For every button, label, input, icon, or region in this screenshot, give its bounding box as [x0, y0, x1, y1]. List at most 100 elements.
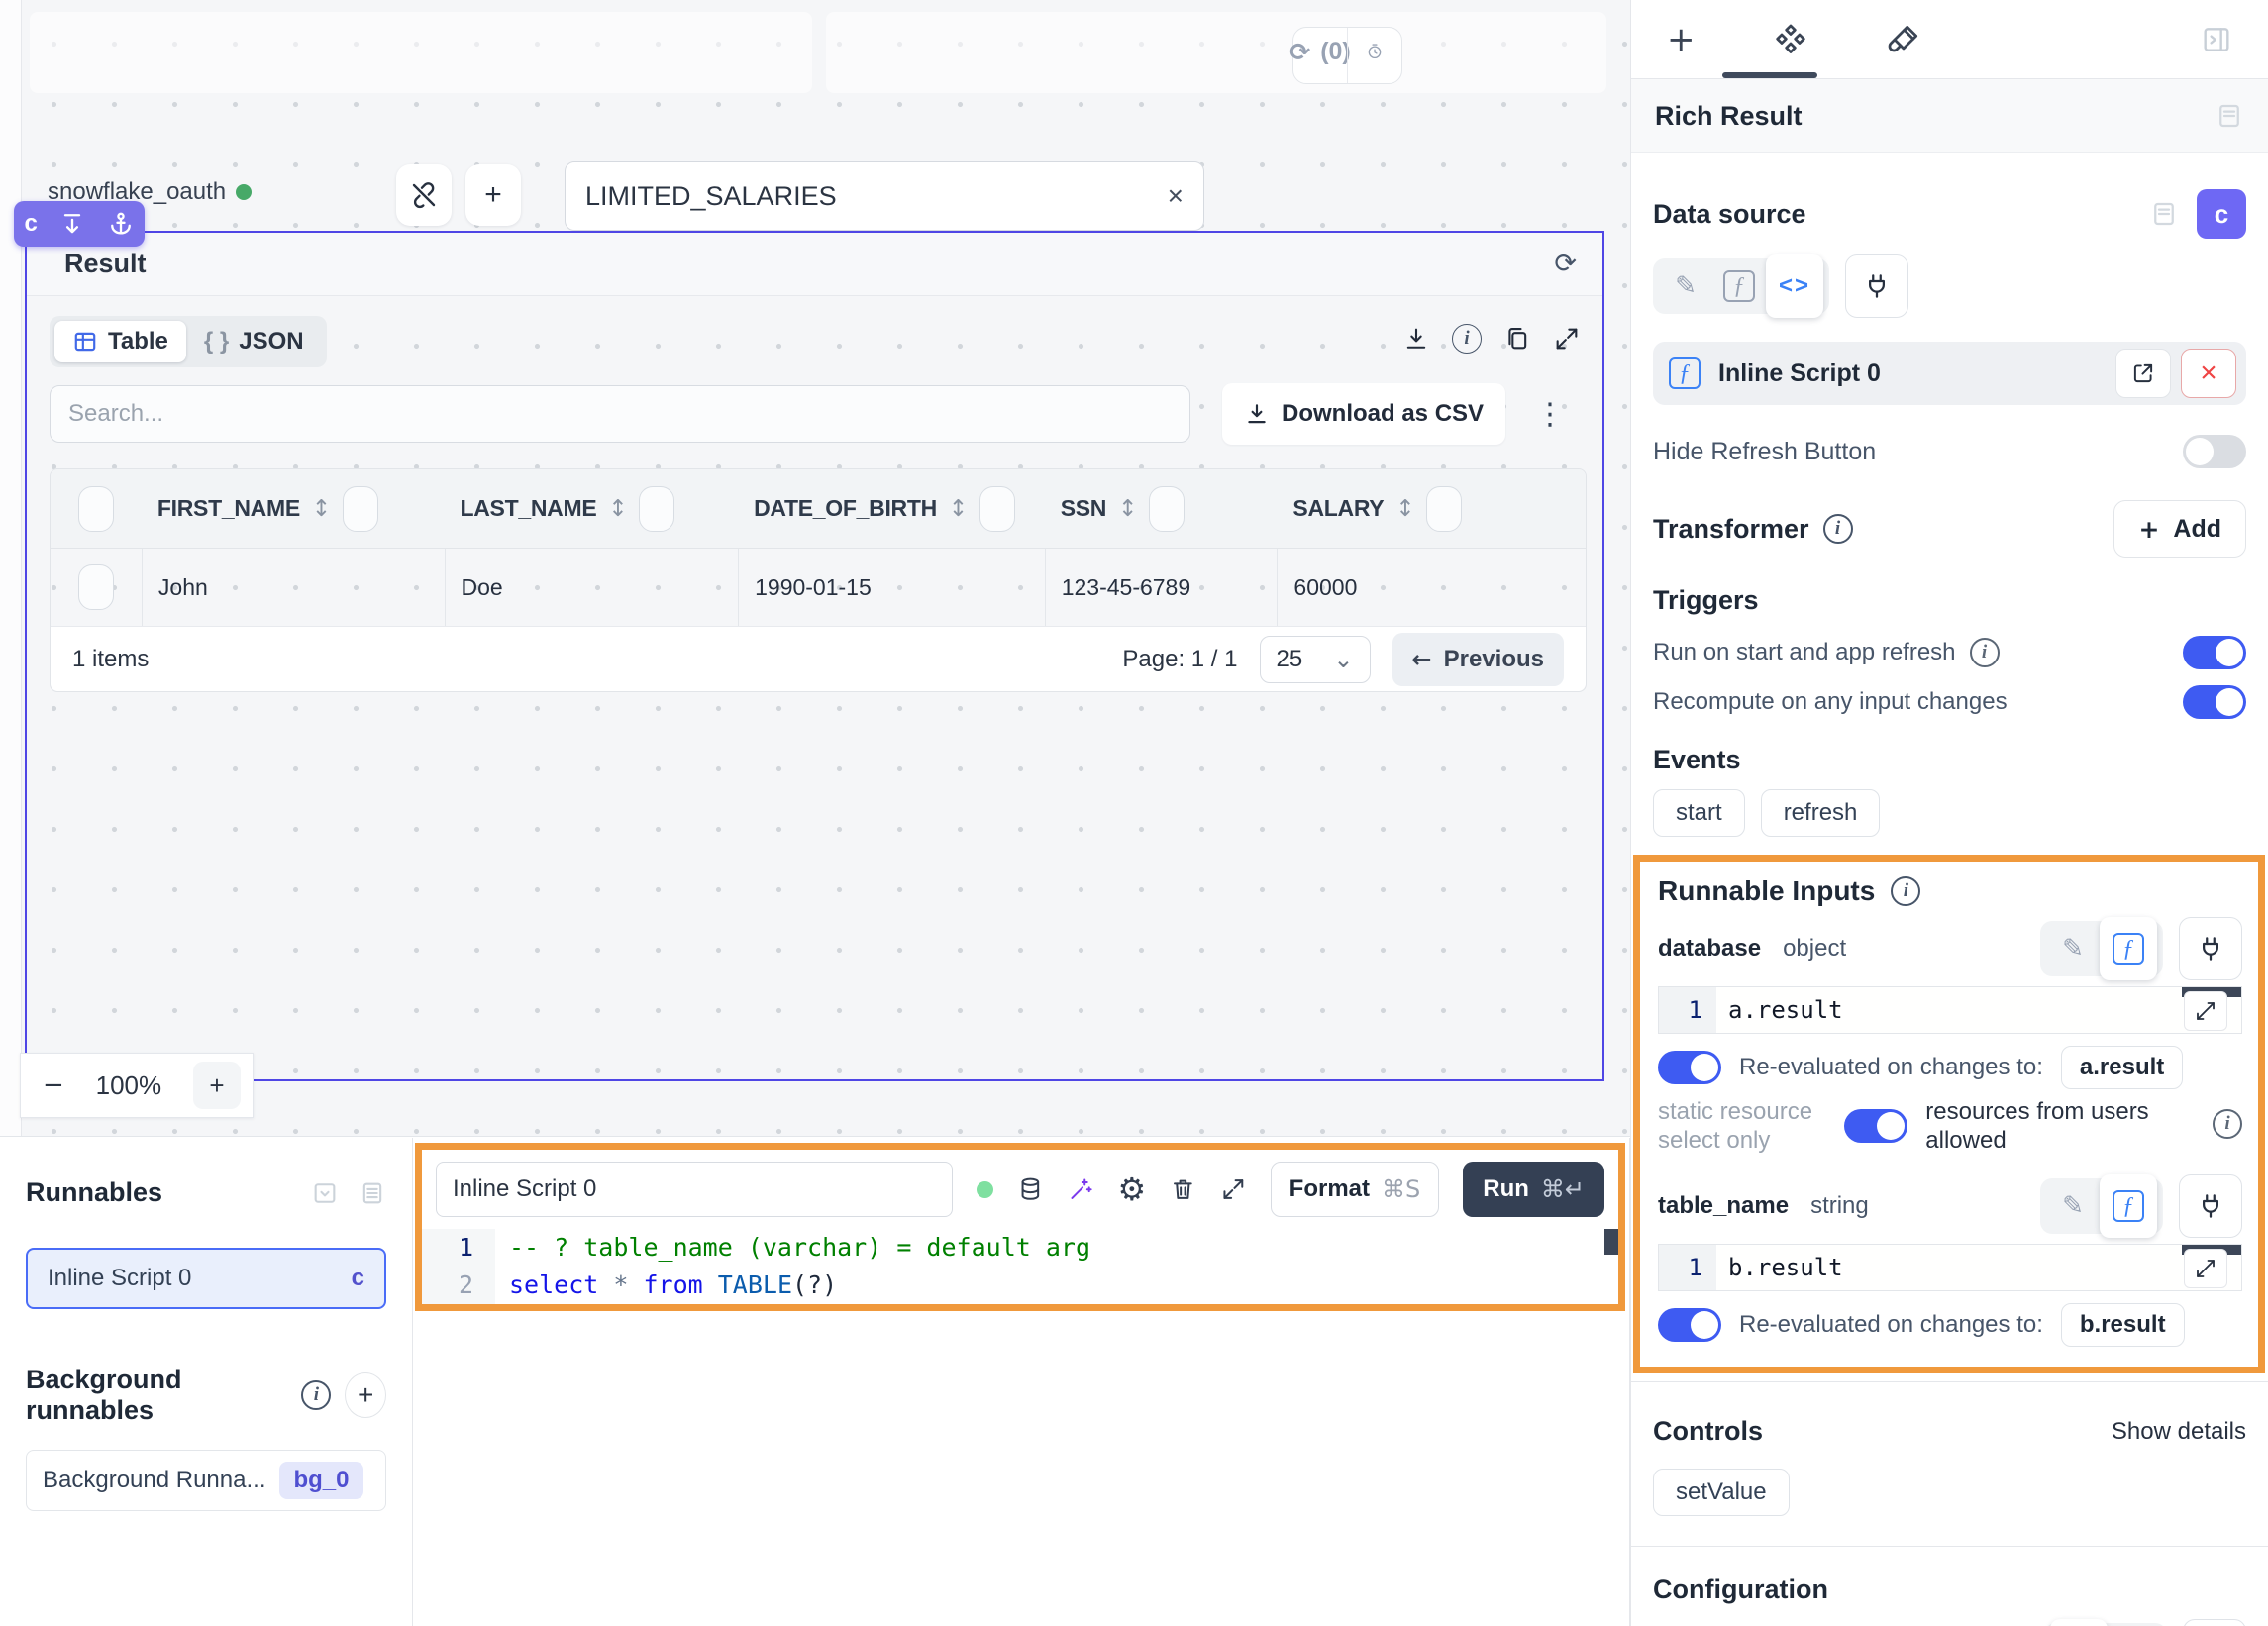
select-all-checkbox[interactable] — [78, 486, 114, 532]
trash-icon[interactable] — [1170, 1174, 1196, 1204]
open-script-button[interactable] — [2115, 349, 2171, 398]
tab-add-component[interactable]: + — [1667, 20, 1696, 59]
zoom-in-button[interactable]: + — [193, 1062, 241, 1109]
copy-icon[interactable] — [1503, 325, 1531, 353]
download-csv-button[interactable]: Download as CSV — [1222, 383, 1505, 445]
row-checkbox[interactable] — [78, 564, 114, 610]
tab-table[interactable]: Table — [54, 321, 186, 362]
code-mode-icon[interactable]: <> — [1766, 254, 1823, 318]
show-details-link[interactable]: Show details — [2112, 1418, 2246, 1446]
component-badge[interactable]: c — [2197, 189, 2246, 239]
table-select-input[interactable] — [585, 181, 1168, 212]
info-icon[interactable]: i — [301, 1380, 331, 1410]
column-header[interactable]: FIRST_NAME ↕ — [142, 486, 445, 532]
import-icon[interactable] — [58, 210, 86, 238]
anchor-icon[interactable] — [107, 210, 135, 238]
column-header[interactable]: LAST_NAME ↕ — [445, 486, 739, 532]
column-header[interactable]: DATE_OF_BIRTH ↕ — [738, 486, 1045, 532]
run-on-start-toggle[interactable] — [2183, 636, 2246, 669]
kebab-menu-icon[interactable]: ⋮ — [1535, 397, 1565, 432]
collapse-panel-icon[interactable] — [2201, 24, 2232, 55]
column-header[interactable]: SSN ↕ — [1045, 486, 1278, 532]
sort-icon[interactable]: ↕ — [312, 496, 331, 522]
expand-icon[interactable] — [1220, 1174, 1247, 1204]
docs-icon[interactable] — [2149, 199, 2179, 229]
resources-from-users-toggle[interactable] — [1844, 1109, 1907, 1143]
add-query-button[interactable]: + — [465, 164, 521, 226]
pencil-mode-icon[interactable]: ✎ — [2046, 925, 2100, 972]
sort-icon[interactable]: ↕ — [608, 496, 627, 522]
column-toggle[interactable] — [1426, 486, 1462, 532]
expand-expression-button[interactable] — [2184, 991, 2227, 1031]
info-icon[interactable]: i — [1823, 514, 1853, 544]
connect-mode-button[interactable] — [1845, 254, 1908, 318]
reeval-target-chip[interactable]: a.result — [2061, 1046, 2183, 1089]
pencil-mode-icon[interactable]: ✎ — [1659, 262, 1712, 310]
reeval-toggle[interactable] — [1658, 1051, 1721, 1084]
pencil-mode-icon[interactable]: ✎ — [2050, 1619, 2108, 1626]
column-header[interactable]: SALARY ↕ — [1277, 486, 1586, 532]
fx-mode-icon[interactable]: ƒ — [1712, 262, 1766, 310]
connect-mode-button[interactable] — [2179, 1174, 2242, 1238]
sort-icon[interactable]: ↕ — [1395, 496, 1414, 522]
hide-refresh-toggle[interactable] — [2183, 435, 2246, 468]
tab-components-icon[interactable] — [1773, 22, 1808, 57]
scrollbar-thumb[interactable] — [1604, 1229, 1618, 1255]
remove-script-button[interactable]: × — [2181, 349, 2236, 398]
ai-wand-icon[interactable] — [1068, 1174, 1094, 1204]
previous-page-button[interactable]: ← Previous — [1392, 633, 1565, 686]
event-refresh-chip[interactable]: refresh — [1761, 789, 1881, 837]
event-start-chip[interactable]: start — [1653, 789, 1745, 837]
column-toggle[interactable] — [1149, 486, 1185, 532]
zoom-out-button[interactable]: − — [43, 1070, 64, 1100]
info-icon[interactable]: i — [2213, 1109, 2242, 1139]
expand-icon[interactable] — [1553, 325, 1581, 353]
column-toggle[interactable] — [639, 486, 674, 532]
background-runnable-item[interactable]: Background Runna... bg_0 — [26, 1450, 386, 1511]
runnable-item-inline-script-0[interactable]: Inline Script 0 c — [26, 1248, 386, 1309]
table-row[interactable]: John Doe 1990-01-15 123-45-6789 60000 — [51, 549, 1586, 626]
inbox-icon[interactable] — [311, 1179, 339, 1207]
unlink-button[interactable] — [396, 164, 452, 226]
table-select-field[interactable]: × — [565, 161, 1204, 231]
script-name-input[interactable] — [453, 1163, 936, 1216]
add-background-runnable-button[interactable]: + — [345, 1372, 386, 1418]
info-icon[interactable]: i — [1452, 324, 1482, 354]
download-icon[interactable] — [1402, 325, 1430, 353]
info-icon[interactable]: i — [1891, 876, 1920, 906]
add-transformer-button[interactable]: + Add — [2113, 500, 2246, 558]
page-size-select[interactable]: 25 ⌄ — [1260, 636, 1371, 683]
format-button[interactable]: Format ⌘S — [1271, 1162, 1440, 1217]
fx-mode-icon[interactable]: ƒ — [2100, 917, 2157, 980]
linked-script-chip[interactable]: ƒ Inline Script 0 × — [1653, 342, 2246, 405]
expression-value[interactable]: a.result — [1716, 987, 2241, 1033]
database-expression-editor[interactable]: 1 a.result — [1658, 986, 2242, 1034]
rich-result-widget[interactable]: Result ⟳ Table { } JSON i — [25, 231, 1604, 1081]
fx-mode-icon[interactable]: ƒ — [2100, 1174, 2157, 1238]
connect-mode-button[interactable] — [2179, 917, 2242, 980]
tab-styling-icon[interactable] — [1886, 22, 1921, 57]
refresh-count-button[interactable]: ⟳ (0) — [1293, 28, 1347, 75]
sort-icon[interactable]: ↕ — [949, 496, 968, 522]
column-toggle[interactable] — [343, 486, 378, 532]
sql-code-editor[interactable]: 1 -- ? table_name (varchar) = default ar… — [422, 1229, 1618, 1304]
pencil-mode-icon[interactable]: ✎ — [2046, 1182, 2100, 1230]
run-button[interactable]: Run ⌘↵ — [1463, 1162, 1604, 1217]
column-toggle[interactable] — [979, 486, 1015, 532]
clear-icon[interactable]: × — [1168, 180, 1184, 212]
history-button[interactable] — [1348, 28, 1401, 75]
connect-mode-button[interactable] — [2183, 1619, 2246, 1626]
tab-json[interactable]: { } JSON — [186, 321, 322, 362]
reeval-toggle[interactable] — [1658, 1308, 1721, 1342]
database-icon[interactable] — [1017, 1174, 1044, 1204]
expand-expression-button[interactable] — [2184, 1249, 2227, 1288]
script-name-field[interactable] — [436, 1162, 953, 1217]
search-input[interactable] — [68, 400, 1172, 428]
info-icon[interactable]: i — [1970, 638, 2000, 667]
recompute-toggle[interactable] — [2183, 685, 2246, 719]
setvalue-chip[interactable]: setValue — [1653, 1469, 1790, 1516]
reeval-target-chip[interactable]: b.result — [2061, 1303, 2185, 1347]
sort-icon[interactable]: ↕ — [1118, 496, 1137, 522]
expression-value[interactable]: b.result — [1716, 1245, 2241, 1290]
table-name-expression-editor[interactable]: 1 b.result — [1658, 1244, 2242, 1291]
